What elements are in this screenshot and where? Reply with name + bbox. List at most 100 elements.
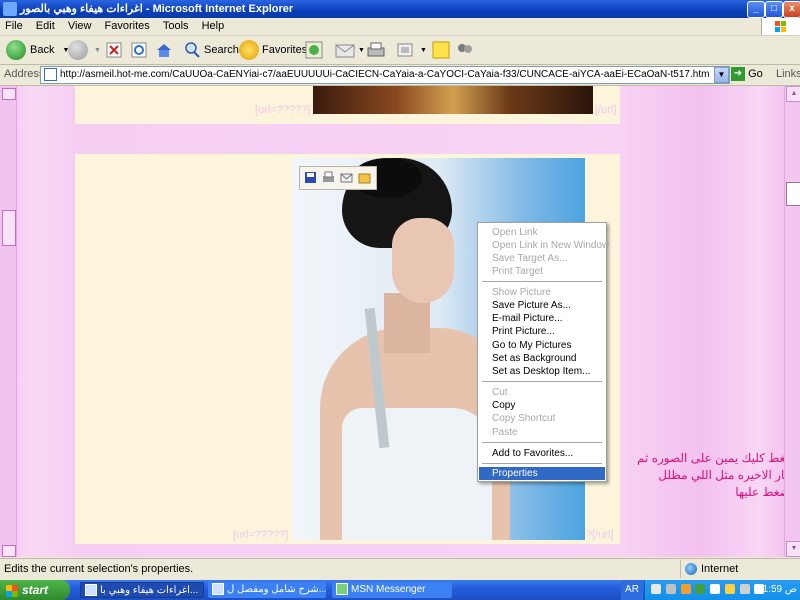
menu-separator <box>482 281 602 282</box>
discuss-button[interactable] <box>432 39 450 61</box>
menu-item-print-target[interactable]: Print Target <box>479 265 605 278</box>
address-dropdown-icon[interactable]: ▼ <box>714 67 729 83</box>
url-tag: [url=?????] <box>255 104 311 116</box>
start-label: start <box>22 583 49 597</box>
maximize-button[interactable]: □ <box>765 1 783 18</box>
menu-item-print-picture[interactable]: Print Picture... <box>479 325 605 338</box>
post-image-top[interactable] <box>313 86 593 114</box>
taskbar-item-label: اغراءات هيفاء وهبي با... <box>100 585 199 596</box>
tray-icon[interactable] <box>665 584 676 595</box>
tray-icon[interactable] <box>695 584 706 595</box>
menu-favorites[interactable]: Favorites <box>100 18 155 35</box>
email-picture-icon[interactable] <box>340 171 353 184</box>
save-picture-icon[interactable] <box>304 171 317 184</box>
ie-task-icon <box>85 584 97 597</box>
vertical-scrollbar[interactable]: ▲ ▼ <box>784 86 800 557</box>
favorites-button[interactable]: Favorites <box>239 39 307 61</box>
instruction-line: اختار الاخيره مثل اللي مظلل <box>658 468 799 482</box>
search-button[interactable]: Search <box>183 39 239 61</box>
menu-item-set-as-background[interactable]: Set as Background <box>479 352 605 365</box>
taskbar-item-ie-2[interactable]: شرح شامل ومفصل ل... <box>208 582 326 598</box>
system-tray: 01:59 ص <box>644 580 800 600</box>
clock[interactable]: 01:59 ص <box>757 580 797 600</box>
refresh-icon <box>131 42 147 58</box>
zone-label: Internet <box>701 563 739 575</box>
menu-item-email-picture[interactable]: E-mail Picture... <box>479 312 605 325</box>
edit-page-icon <box>397 43 413 57</box>
menu-item-add-to-favorites[interactable]: Add to Favorites... <box>479 447 605 460</box>
photo-face <box>392 218 454 303</box>
mail-icon <box>335 44 355 58</box>
menu-item-paste[interactable]: Paste <box>479 426 605 439</box>
taskbar: start اغراءات هيفاء وهبي با... شرح شامل … <box>0 580 800 600</box>
left-frame-strip <box>0 86 17 557</box>
tray-icon[interactable] <box>739 584 750 595</box>
menu-tools[interactable]: Tools <box>158 18 194 35</box>
post-block-top: [url=?????] [/url] <box>75 86 620 124</box>
back-button[interactable]: Back ▼ <box>6 39 69 61</box>
links-button[interactable]: Links <box>776 68 800 80</box>
scroll-down-icon[interactable]: ▼ <box>786 541 800 557</box>
home-button[interactable] <box>155 39 173 61</box>
menu-item-save-target-as[interactable]: Save Target As... <box>479 252 605 265</box>
menu-item-go-to-my-pictures[interactable]: Go to My Pictures <box>479 339 605 352</box>
taskbar-item-ie[interactable]: اغراءات هيفاء وهبي با... <box>80 582 204 598</box>
menu-item-copy[interactable]: Copy <box>479 399 605 412</box>
mail-button[interactable]: ▼ <box>335 39 365 61</box>
ie-icon <box>3 2 17 16</box>
menu-item-open-link-new-window[interactable]: Open Link in New Window <box>479 239 609 252</box>
context-menu: Open Link Open Link in New Window Save T… <box>477 222 609 482</box>
image-toolbar <box>299 166 377 190</box>
left-frame-box <box>2 88 16 100</box>
menu-separator <box>482 442 602 443</box>
stop-button[interactable] <box>106 39 122 61</box>
mail-dropdown-icon[interactable]: ▼ <box>358 47 365 54</box>
ie-task-icon <box>212 583 224 596</box>
print-picture-icon[interactable] <box>322 171 335 184</box>
scroll-up-icon[interactable]: ▲ <box>786 86 800 102</box>
status-text: Edits the current selection's properties… <box>4 563 194 575</box>
language-indicator[interactable]: AR <box>621 580 643 600</box>
my-pictures-icon[interactable] <box>358 171 371 184</box>
messenger-button[interactable] <box>456 39 474 61</box>
tray-icon[interactable] <box>710 584 721 595</box>
title-bar: اغراءات هيفاء وهبي بالصور - Microsoft In… <box>0 0 800 18</box>
search-icon <box>185 42 200 58</box>
messenger-icon <box>458 44 472 53</box>
edit-dropdown-icon[interactable]: ▼ <box>420 47 427 54</box>
menu-view[interactable]: View <box>63 18 97 35</box>
menu-item-set-as-desktop-item[interactable]: Set as Desktop Item... <box>479 365 605 378</box>
menu-item-save-picture-as[interactable]: Save Picture As... <box>479 299 605 312</box>
menu-help[interactable]: Help <box>197 18 230 35</box>
forward-dropdown-icon[interactable]: ▼ <box>94 47 101 54</box>
menu-item-copy-shortcut[interactable]: Copy Shortcut <box>479 412 605 425</box>
taskbar-item-msn[interactable]: MSN Messenger <box>332 582 452 598</box>
address-input[interactable]: http://asmeil.hot-me.com/CaUUOa-CaENYiai… <box>40 66 730 84</box>
menu-separator <box>482 463 602 464</box>
instruction-line: اضغط كليك يمين على الصوره ثم <box>637 451 799 465</box>
back-label: Back <box>30 44 55 56</box>
minimize-button[interactable]: _ <box>747 1 765 18</box>
print-button[interactable] <box>367 39 385 61</box>
address-url: http://asmeil.hot-me.com/CaUUOa-CaENYiai… <box>60 69 710 80</box>
security-zone: Internet <box>680 560 799 578</box>
menu-item-cut[interactable]: Cut <box>479 386 605 399</box>
tray-icon[interactable] <box>651 584 661 595</box>
page-content[interactable]: [url=?????] [/url] [url=?????] ?[/url] ا… <box>0 86 800 557</box>
menu-file[interactable]: File <box>0 18 28 35</box>
refresh-button[interactable] <box>131 39 147 61</box>
menu-item-open-link[interactable]: Open Link <box>479 226 605 239</box>
menu-item-properties[interactable]: Properties <box>479 467 605 480</box>
close-button[interactable]: x <box>783 1 800 18</box>
tray-icon[interactable] <box>724 584 735 595</box>
windows-flag-icon <box>6 584 18 597</box>
scroll-thumb[interactable] <box>786 182 800 206</box>
menu-item-show-picture[interactable]: Show Picture <box>479 286 605 299</box>
forward-button[interactable]: ▼ <box>68 39 101 61</box>
edit-button[interactable]: ▼ <box>396 39 427 61</box>
history-button[interactable] <box>305 39 323 61</box>
menu-edit[interactable]: Edit <box>31 18 60 35</box>
start-button[interactable]: start <box>0 580 70 600</box>
tray-icon[interactable] <box>680 584 691 595</box>
go-button[interactable]: ➜ Go <box>731 67 763 81</box>
